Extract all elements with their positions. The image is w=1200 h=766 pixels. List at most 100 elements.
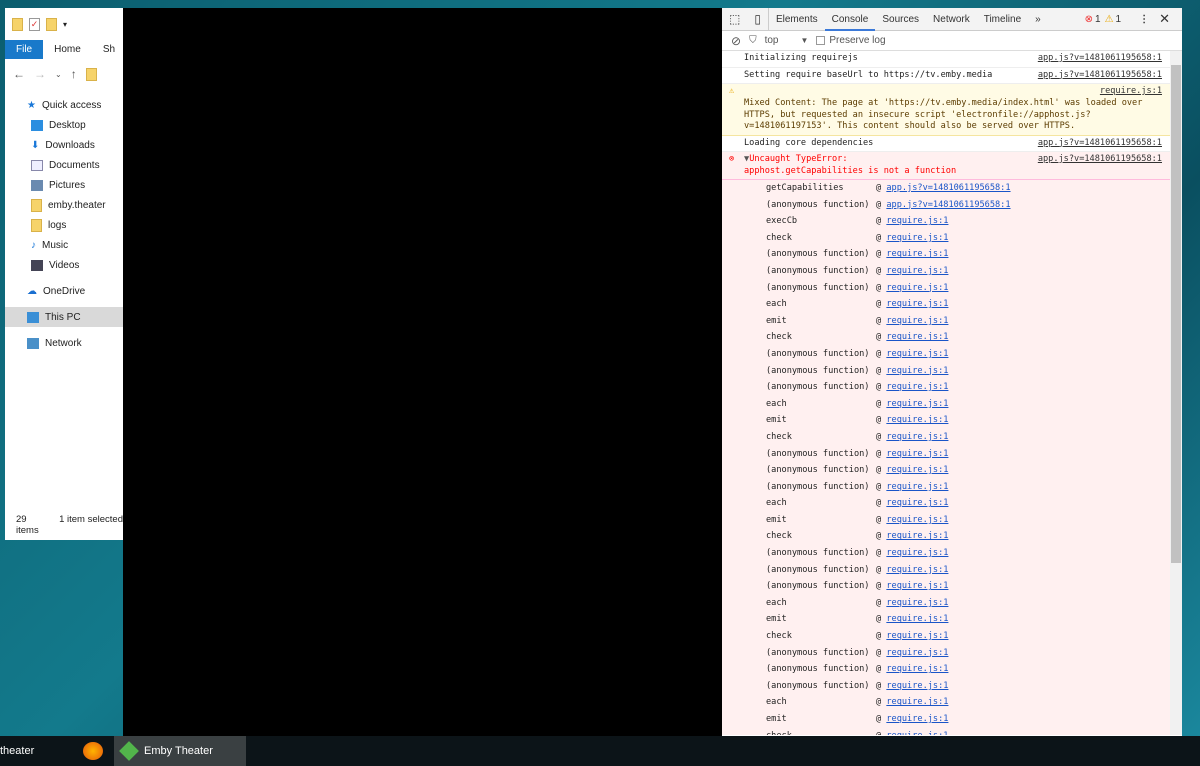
tab-console[interactable]: Console [824,8,876,31]
device-toolbar-icon[interactable]: ▯ [747,7,769,31]
scrollbar[interactable] [1170,51,1182,735]
taskbar-emby-theater[interactable]: Emby Theater [114,736,246,766]
nav-desktop[interactable]: Desktop [5,115,123,135]
nav-logs[interactable]: logs [5,215,123,235]
error-icon[interactable]: ⊗ [1085,14,1093,25]
nav-onedrive[interactable]: ☁ OneDrive [5,281,123,301]
source-link[interactable]: require.js:1 [886,462,948,479]
error-count[interactable]: 1 [1095,14,1101,25]
source-link[interactable]: require.js:1 [886,545,948,562]
source-link[interactable]: require.js:1 [886,446,948,463]
nav-documents[interactable]: Documents [5,155,123,175]
folder-icon[interactable] [12,17,23,31]
tab-timeline[interactable]: Timeline [977,8,1028,31]
emby-theater-window[interactable] [123,8,722,736]
file-explorer-window: ✓ ▾ File Home Sh ← → ⌄ ↑ ★ Quick access D… [5,8,123,540]
source-link[interactable]: app.js?v=1481061195658:1 [886,180,1010,197]
customize-dropdown-icon[interactable]: ▾ [63,20,67,29]
source-link[interactable]: require.js:1 [886,479,948,496]
source-link[interactable]: require.js:1 [886,628,948,645]
source-link[interactable]: require.js:1 [886,694,948,711]
chevron-down-icon[interactable]: ▼ [800,36,808,45]
source-link[interactable]: require.js:1 [886,661,948,678]
recent-dropdown-icon[interactable]: ⌄ [55,70,62,79]
taskbar-item[interactable]: theater [0,736,34,766]
source-link[interactable]: require.js:1 [886,263,948,280]
tab-elements[interactable]: Elements [769,8,825,31]
back-icon[interactable]: ← [13,67,25,81]
source-link[interactable]: require.js:1 [886,230,948,247]
function-name: emit [766,614,787,625]
stack-frame: (anonymous function) @ require.js:1 [722,280,1182,297]
nav-videos[interactable]: Videos [5,255,123,275]
source-link[interactable]: require.js:1 [886,645,948,662]
source-link[interactable]: require.js:1 [886,213,948,230]
quick-access-toolbar: ✓ ▾ [5,8,123,40]
nav-downloads[interactable]: ⬇ Downloads [5,135,123,155]
source-link[interactable]: require.js:1 [886,678,948,695]
scrollbar-thumb[interactable] [1171,65,1181,563]
source-link[interactable]: app.js?v=1481061195658:1 [1038,154,1162,166]
forward-icon[interactable]: → [34,67,46,81]
source-link[interactable]: require.js:1 [886,562,948,579]
source-link[interactable]: require.js:1 [886,396,948,413]
nav-music[interactable]: ♪ Music [5,235,123,255]
clear-console-icon[interactable]: ⊘ [731,34,741,48]
function-name: emit [766,714,787,724]
console-error[interactable]: ⊗ ▼Uncaught TypeError: apphost.getCapabil… [722,152,1182,180]
menu-icon[interactable]: ⋮ [1139,14,1149,25]
firefox-icon[interactable] [83,742,103,760]
more-tabs-button[interactable]: » [1028,8,1048,31]
tab-file[interactable]: File [5,40,44,59]
properties-icon[interactable]: ✓ [29,17,40,31]
folder-icon[interactable] [85,67,97,81]
source-link[interactable]: require.js:1 [886,346,948,363]
source-link[interactable]: require.js:1 [886,280,948,297]
source-link[interactable]: require.js:1 [886,728,948,735]
filter-icon[interactable]: ⛉ [749,35,757,46]
source-link[interactable]: require.js:1 [886,313,948,330]
new-folder-icon[interactable] [46,17,57,31]
nav-emby-theater[interactable]: emby.theater [5,195,123,215]
source-link[interactable]: require.js:1 [886,412,948,429]
stack-frame: check @ require.js:1 [722,528,1182,545]
stack-frame: (anonymous function) @ require.js:1 [722,645,1182,662]
at-sign: @ [876,448,887,459]
tab-home[interactable]: Home [43,40,92,59]
source-link[interactable]: app.js?v=1481061195658:1 [1038,138,1162,150]
source-link[interactable]: require.js:1 [1100,86,1162,98]
source-link[interactable]: require.js:1 [886,329,948,346]
preserve-log-checkbox[interactable] [816,36,826,45]
tab-sources[interactable]: Sources [875,8,926,31]
source-link[interactable]: require.js:1 [886,578,948,595]
source-link[interactable]: require.js:1 [886,296,948,313]
source-link[interactable]: require.js:1 [886,246,948,263]
warning-count[interactable]: 1 [1116,14,1122,25]
source-link[interactable]: require.js:1 [886,495,948,512]
warning-icon[interactable]: ⚠ [1105,14,1114,25]
inspect-element-icon[interactable]: ⬚ [722,8,747,31]
source-link[interactable]: require.js:1 [886,363,948,380]
source-link[interactable]: app.js?v=1481061195658:1 [1038,53,1162,65]
source-link[interactable]: require.js:1 [886,528,948,545]
context-select[interactable]: top [765,35,779,46]
source-link[interactable]: require.js:1 [886,379,948,396]
stack-frame: (anonymous function) @ require.js:1 [722,562,1182,579]
source-link[interactable]: require.js:1 [886,429,948,446]
at-sign: @ [876,514,887,525]
source-link[interactable]: require.js:1 [886,595,948,612]
nav-pictures[interactable]: Pictures [5,175,123,195]
nav-this-pc[interactable]: This PC [5,307,123,327]
close-icon[interactable]: ✕ [1159,11,1170,27]
source-link[interactable]: app.js?v=1481061195658:1 [1038,70,1162,82]
up-icon[interactable]: ↑ [71,67,77,81]
nav-network[interactable]: Network [5,333,123,353]
source-link[interactable]: require.js:1 [886,611,948,628]
tab-network[interactable]: Network [926,8,977,31]
source-link[interactable]: require.js:1 [886,711,948,728]
nav-quick-access[interactable]: ★ Quick access [5,95,123,115]
source-link[interactable]: app.js?v=1481061195658:1 [886,197,1010,214]
tab-share[interactable]: Sh [92,40,123,59]
at-sign: @ [876,564,887,575]
source-link[interactable]: require.js:1 [886,512,948,529]
